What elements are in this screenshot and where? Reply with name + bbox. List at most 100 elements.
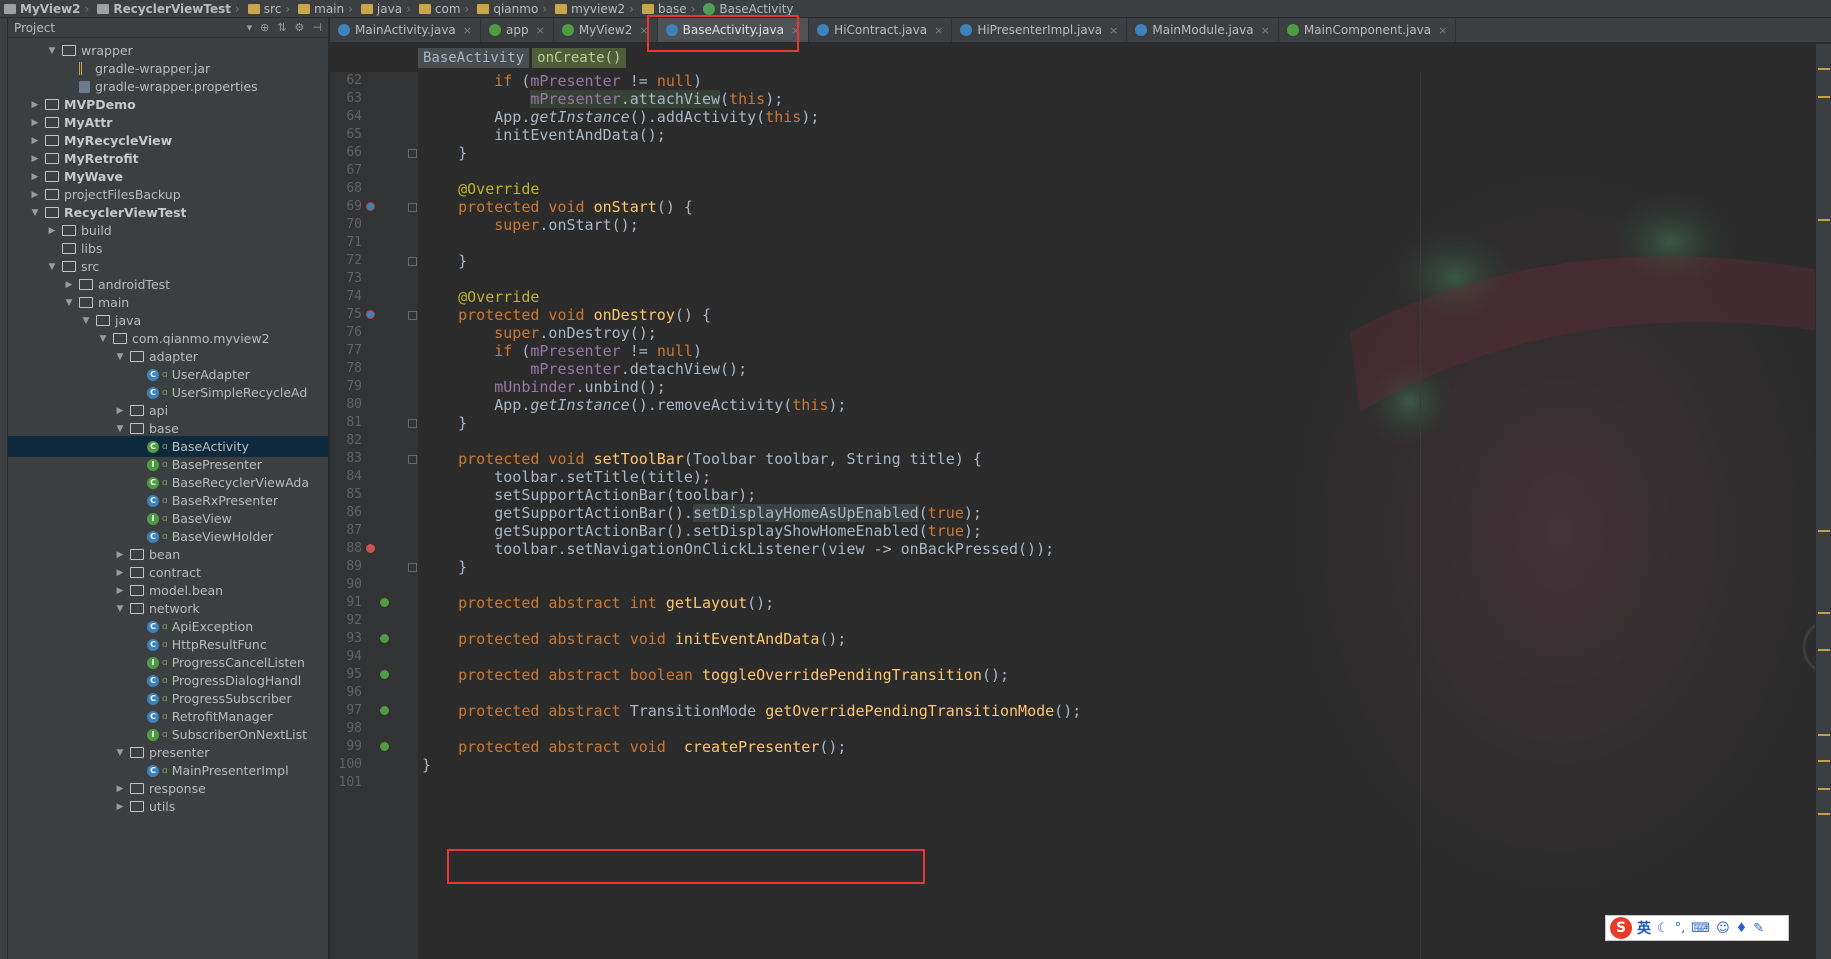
code-line[interactable]: protected void onDestroy() { bbox=[422, 306, 711, 324]
left-tool-strip[interactable] bbox=[0, 18, 8, 959]
implemented-icon[interactable] bbox=[380, 706, 389, 715]
code-line[interactable]: mPresenter.attachView(this); bbox=[422, 90, 783, 108]
implemented-icon[interactable] bbox=[380, 670, 389, 679]
stripe-mark[interactable] bbox=[1818, 649, 1830, 651]
expanded-arrow-icon[interactable]: ▼ bbox=[114, 748, 126, 758]
close-icon[interactable]: × bbox=[1261, 24, 1270, 37]
nav-crumb[interactable]: java › bbox=[357, 2, 415, 16]
nav-crumb[interactable]: MyView2 › bbox=[0, 2, 93, 16]
code-line[interactable]: } bbox=[422, 756, 431, 774]
hide-panel-icon[interactable]: ⊣ bbox=[312, 21, 322, 34]
punctuation-icon[interactable]: °, bbox=[1675, 921, 1686, 936]
implemented-icon[interactable] bbox=[380, 634, 389, 643]
code-line[interactable]: @Override bbox=[422, 288, 539, 306]
collapsed-arrow-icon[interactable]: ▶ bbox=[29, 190, 41, 200]
stripe-mark[interactable] bbox=[1818, 68, 1830, 70]
expanded-arrow-icon[interactable]: ▼ bbox=[46, 262, 58, 272]
breadcrumb-class[interactable]: BaseActivity bbox=[418, 48, 530, 68]
fold-marker-icon[interactable] bbox=[408, 419, 417, 428]
tab-hipresenterimpl-java[interactable]: HiPresenterImpl.java × bbox=[952, 18, 1128, 42]
breakpoint-icon[interactable] bbox=[366, 544, 375, 553]
expanded-arrow-icon[interactable]: ▼ bbox=[46, 46, 58, 56]
code-line[interactable]: App.getInstance().removeActivity(this); bbox=[422, 396, 846, 414]
stripe-mark[interactable] bbox=[1818, 734, 1830, 736]
tab-mainmodule-java[interactable]: MainModule.java × bbox=[1127, 18, 1279, 42]
code-line[interactable]: getSupportActionBar().setDisplayHomeAsUp… bbox=[422, 504, 982, 522]
override-icon[interactable] bbox=[366, 202, 375, 211]
error-stripe[interactable] bbox=[1815, 44, 1831, 959]
collapsed-arrow-icon[interactable]: ▶ bbox=[114, 802, 126, 812]
fold-marker-icon[interactable] bbox=[408, 455, 417, 464]
shirt-icon[interactable]: ♦ bbox=[1736, 921, 1748, 936]
code-line[interactable]: protected void onStart() { bbox=[422, 198, 693, 216]
tab-mainactivity-java[interactable]: MainActivity.java × bbox=[330, 18, 481, 42]
nav-crumb[interactable]: com › bbox=[415, 2, 473, 16]
code-line[interactable]: toolbar.setNavigationOnClickListener(vie… bbox=[422, 540, 1054, 558]
expanded-arrow-icon[interactable]: ▼ bbox=[80, 316, 92, 326]
collapsed-arrow-icon[interactable]: ▶ bbox=[46, 226, 58, 236]
code-line[interactable]: protected abstract boolean toggleOverrid… bbox=[422, 666, 1009, 684]
close-icon[interactable]: × bbox=[1438, 24, 1447, 37]
expanded-arrow-icon[interactable]: ▼ bbox=[63, 298, 75, 308]
collapsed-arrow-icon[interactable]: ▶ bbox=[29, 118, 41, 128]
code-line[interactable]: } bbox=[422, 414, 467, 432]
fold-marker-icon[interactable] bbox=[408, 149, 417, 158]
fold-marker-icon[interactable] bbox=[408, 563, 417, 572]
nav-crumb[interactable]: RecyclerViewTest › bbox=[93, 2, 243, 16]
stripe-mark[interactable] bbox=[1818, 760, 1830, 762]
stripe-mark[interactable] bbox=[1818, 219, 1830, 221]
stripe-mark[interactable] bbox=[1818, 788, 1830, 790]
collapsed-arrow-icon[interactable]: ▶ bbox=[114, 568, 126, 578]
stripe-mark[interactable] bbox=[1818, 813, 1830, 815]
close-icon[interactable]: × bbox=[536, 24, 545, 37]
expanded-arrow-icon[interactable]: ▼ bbox=[114, 604, 126, 614]
editor-gutter[interactable]: 62 63 64 65 66 67 68 69 70 71 72 73 74 75 76 77 78 79 80 81… bbox=[330, 72, 418, 959]
expanded-arrow-icon[interactable]: ▼ bbox=[29, 208, 41, 218]
tab-hicontract-java[interactable]: HiContract.java × bbox=[809, 18, 953, 42]
implemented-icon[interactable] bbox=[380, 742, 389, 751]
code-line[interactable]: @Override bbox=[422, 180, 539, 198]
override-icon[interactable] bbox=[366, 310, 375, 319]
code-line[interactable]: initEventAndData(); bbox=[422, 126, 666, 144]
code-line[interactable]: if (mPresenter != null) bbox=[422, 72, 702, 90]
code-line[interactable]: getSupportActionBar().setDisplayShowHome… bbox=[422, 522, 982, 540]
expanded-arrow-icon[interactable]: ▼ bbox=[114, 424, 126, 434]
implemented-icon[interactable] bbox=[380, 598, 389, 607]
code-line[interactable]: super.onDestroy(); bbox=[422, 324, 657, 342]
nav-crumb[interactable]: BaseActivity bbox=[699, 2, 797, 16]
code-line[interactable]: mPresenter.detachView(); bbox=[422, 360, 747, 378]
fold-marker-icon[interactable] bbox=[408, 311, 417, 320]
expanded-arrow-icon[interactable]: ▼ bbox=[97, 334, 109, 344]
dropdown-icon[interactable]: ▾ bbox=[247, 21, 253, 34]
nav-crumb[interactable]: base › bbox=[638, 2, 699, 16]
wrench-icon[interactable]: ✎ bbox=[1753, 921, 1764, 936]
code-line[interactable]: protected abstract TransitionMode getOve… bbox=[422, 702, 1081, 720]
tab-maincomponent-java[interactable]: MainComponent.java × bbox=[1279, 18, 1457, 42]
code-line[interactable]: protected abstract void initEventAndData… bbox=[422, 630, 846, 648]
tab-app[interactable]: app × bbox=[481, 18, 554, 42]
code-line[interactable]: } bbox=[422, 144, 467, 162]
project-view-selector[interactable]: Project bbox=[14, 21, 239, 35]
collapsed-arrow-icon[interactable]: ▶ bbox=[114, 586, 126, 596]
keyboard-icon[interactable]: ⌨ bbox=[1691, 921, 1710, 936]
moon-icon[interactable]: ☾ bbox=[1657, 921, 1669, 936]
collapsed-arrow-icon[interactable]: ▶ bbox=[29, 172, 41, 182]
collapsed-arrow-icon[interactable]: ▶ bbox=[114, 406, 126, 416]
tab-myview2[interactable]: MyView2 × bbox=[554, 18, 658, 42]
ime-toolbar[interactable]: S 英 ☾ °, ⌨ ☺ ♦ ✎ bbox=[1605, 915, 1789, 941]
scroll-from-source-icon[interactable]: ⊕ bbox=[260, 21, 269, 34]
code-line[interactable]: if (mPresenter != null) bbox=[422, 342, 702, 360]
close-icon[interactable]: × bbox=[463, 24, 472, 37]
nav-crumb[interactable]: src › bbox=[244, 2, 294, 16]
stripe-mark[interactable] bbox=[1818, 530, 1830, 532]
nav-crumb[interactable]: main › bbox=[294, 2, 357, 16]
code-line[interactable]: App.getInstance().addActivity(this); bbox=[422, 108, 819, 126]
stripe-mark[interactable] bbox=[1818, 612, 1830, 614]
code-line[interactable]: protected abstract int getLayout(); bbox=[422, 594, 774, 612]
expanded-arrow-icon[interactable]: ▼ bbox=[114, 352, 126, 362]
code-line[interactable]: } bbox=[422, 252, 467, 270]
close-icon[interactable]: × bbox=[1109, 24, 1118, 37]
ime-logo[interactable]: S bbox=[1610, 917, 1632, 939]
tree-item[interactable]: ▶ utils bbox=[8, 796, 328, 817]
user-icon[interactable]: ☺ bbox=[1716, 921, 1730, 936]
